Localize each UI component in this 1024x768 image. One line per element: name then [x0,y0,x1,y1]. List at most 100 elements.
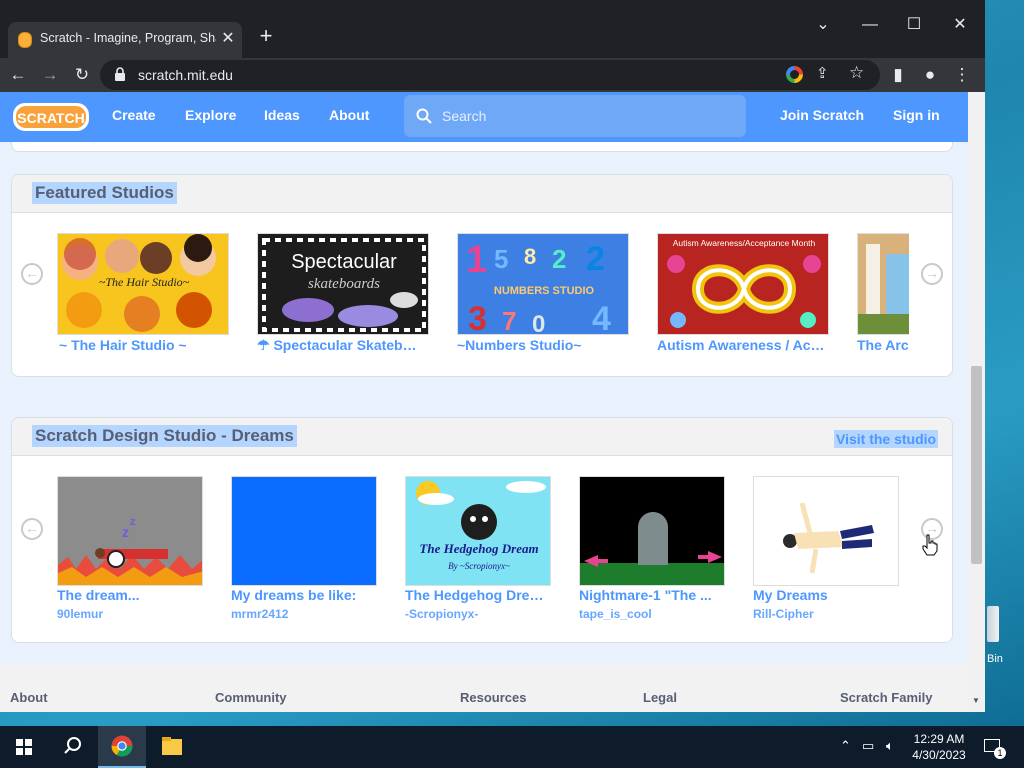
minimize-button[interactable]: — [855,10,885,40]
search-icon[interactable] [48,726,96,768]
chrome-taskbar-icon[interactable] [98,726,146,768]
search-input[interactable] [442,104,732,128]
close-tab-icon[interactable]: ✕ [220,29,236,49]
share-icon[interactable]: ⇪ [816,64,829,82]
network-icon[interactable]: ▭ [862,738,874,754]
svg-text:3: 3 [468,300,487,335]
footer-resources-link[interactable]: Resources [460,690,526,705]
address-bar[interactable]: scratch.mit.edu ⇪ ☆ [100,60,880,90]
windows-start-icon[interactable] [0,726,48,768]
project-card-4[interactable]: Nightmare-1 "The ... tape_is_cool [579,476,725,626]
featured-next-arrow-icon[interactable]: → [921,263,943,285]
project-author[interactable]: -Scropionyx- [405,607,478,621]
recycle-bin-icon[interactable]: Bin [985,604,1015,665]
the-arc-thumbnail[interactable] [857,233,909,335]
nav-about-link[interactable]: About [329,107,369,123]
hair-studio-thumbnail[interactable]: ~The Hair Studio~ [57,233,229,335]
scroll-down-arrow-icon[interactable]: ▼ [972,696,980,705]
project-title[interactable]: Nightmare-1 "The ... [579,587,725,603]
featured-studio-card-2[interactable]: Spectacular skateboards ☂ Spectacular Sk… [257,233,429,358]
footer-about-link[interactable]: About [10,690,48,705]
project-card-5[interactable]: My Dreams Rill-Cipher [753,476,899,626]
featured-studio-title[interactable]: The Arc [857,337,909,353]
footer-legal-link[interactable]: Legal [643,690,677,705]
featured-studio-card-1[interactable]: ~The Hair Studio~ ~ The Hair Studio ~ [57,233,229,358]
footer-community-link[interactable]: Community [215,690,287,705]
show-hidden-icons-icon[interactable]: ⌃ [840,738,851,754]
project-title[interactable]: The Hedgehog Dream [405,587,545,603]
project-title[interactable]: The dream... [57,587,203,603]
notifications-icon[interactable]: 1 [982,737,1006,759]
featured-studio-card-5[interactable]: The Arc [857,233,909,358]
bookmark-star-icon[interactable]: ☆ [849,63,864,83]
nightmare-thumbnail[interactable] [579,476,725,586]
project-author[interactable]: mrmr2412 [231,607,288,621]
skateboards-thumbnail[interactable]: Spectacular skateboards [257,233,429,335]
nav-ideas-link[interactable]: Ideas [264,107,300,123]
my-dreams-thumbnail[interactable] [753,476,899,586]
svg-text:4: 4 [592,300,611,335]
featured-prev-arrow-icon[interactable]: ← [21,263,43,285]
project-card-1[interactable]: z z The dream... 90lemur [57,476,203,626]
featured-studio-card-4[interactable]: Autism Awareness/Acceptance Month Autism… [657,233,829,358]
svg-text:1: 1 [466,239,487,281]
visit-studio-link[interactable]: Visit the studio [834,430,939,448]
profile-icon[interactable]: ● [917,62,943,88]
design-studio-box: Scratch Design Studio - Dreams Visit the… [11,417,953,643]
project-author[interactable]: 90lemur [57,607,103,621]
reload-icon[interactable]: ↻ [69,62,95,88]
scrollbar-thumb[interactable] [971,366,982,564]
maximize-button[interactable]: ☐ [899,10,929,40]
featured-studios-header: Featured Studios [12,175,952,213]
nav-explore-link[interactable]: Explore [185,107,236,123]
scratch-logo[interactable]: SCRATCH [12,101,90,133]
google-icon[interactable] [786,66,803,83]
project-card-3[interactable]: The Hedgehog Dream By ~Scropionyx~ The H… [405,476,551,626]
file-explorer-icon[interactable] [148,726,196,768]
featured-studios-box: Featured Studios ← → ~The Hair Studio~ ~… [11,174,953,377]
project-author[interactable]: Rill-Cipher [753,607,814,621]
close-window-button[interactable]: ✕ [945,10,975,40]
featured-studios-title: Featured Studios [32,182,177,204]
featured-studio-title[interactable]: ~Numbers Studio~ [457,337,629,353]
hedgehog-image-caption-2: By ~Scropionyx~ [448,561,510,571]
featured-studio-title[interactable]: ~ The Hair Studio ~ [57,337,229,353]
tab-search-icon[interactable]: ⌄ [808,10,838,40]
project-title[interactable]: My Dreams [753,587,899,603]
search-bar[interactable] [404,95,746,137]
side-panel-icon[interactable]: ▮ [885,62,911,88]
page-footer: About Community Resources Legal Scratch … [0,664,968,712]
svg-text:7: 7 [502,306,516,335]
back-icon[interactable]: ← [5,62,31,88]
footer-scratch-family-link[interactable]: Scratch Family [840,690,933,705]
browser-tab[interactable]: Scratch - Imagine, Program, Share ✕ [8,22,242,58]
volume-icon[interactable]: 🔈︎ [886,738,894,754]
clock-time: 12:29 AM [913,732,965,746]
project-title[interactable]: My dreams be like: [231,587,377,603]
project-author[interactable]: tape_is_cool [579,607,652,621]
join-scratch-link[interactable]: Join Scratch [780,107,864,123]
the-dream-thumbnail[interactable]: z z [57,476,203,586]
featured-studio-title[interactable]: ☂ Spectacular Skateboards [257,337,425,354]
nav-create-link[interactable]: Create [112,107,156,123]
browser-window: Scratch - Imagine, Program, Share ✕ + ⌄ … [0,0,985,712]
autism-image-caption: Autism Awareness/Acceptance Month [673,238,816,248]
sign-in-link[interactable]: Sign in [893,107,940,123]
project-card-2[interactable]: My dreams be like: mrmr2412 [231,476,377,626]
forward-icon[interactable]: → [37,62,63,88]
tab-strip: Scratch - Imagine, Program, Share ✕ + ⌄ … [0,0,985,58]
numbers-studio-thumbnail[interactable]: 1 5 8 2 2 NUMBERS STUDIO 3 7 0 4 [457,233,629,335]
my-dreams-be-like-thumbnail[interactable] [231,476,377,586]
clock-date: 4/30/2023 [912,748,966,762]
autism-awareness-thumbnail[interactable]: Autism Awareness/Acceptance Month [657,233,829,335]
featured-studio-card-3[interactable]: 1 5 8 2 2 NUMBERS STUDIO 3 7 0 4 ~Number… [457,233,629,358]
taskbar-clock[interactable]: 12:29 AM 4/30/2023 [905,731,973,763]
search-icon [416,108,432,124]
menu-icon[interactable]: ⋮ [949,62,975,88]
page-scrollbar[interactable]: ▼ [968,92,985,712]
hedgehog-dream-thumbnail[interactable]: The Hedgehog Dream By ~Scropionyx~ [405,476,551,586]
recycle-bin-label: Bin [987,653,1003,665]
featured-studio-title[interactable]: Autism Awareness / Acceptance Month [657,337,827,353]
design-prev-arrow-icon[interactable]: ← [21,518,43,540]
new-tab-button[interactable]: + [255,25,277,47]
